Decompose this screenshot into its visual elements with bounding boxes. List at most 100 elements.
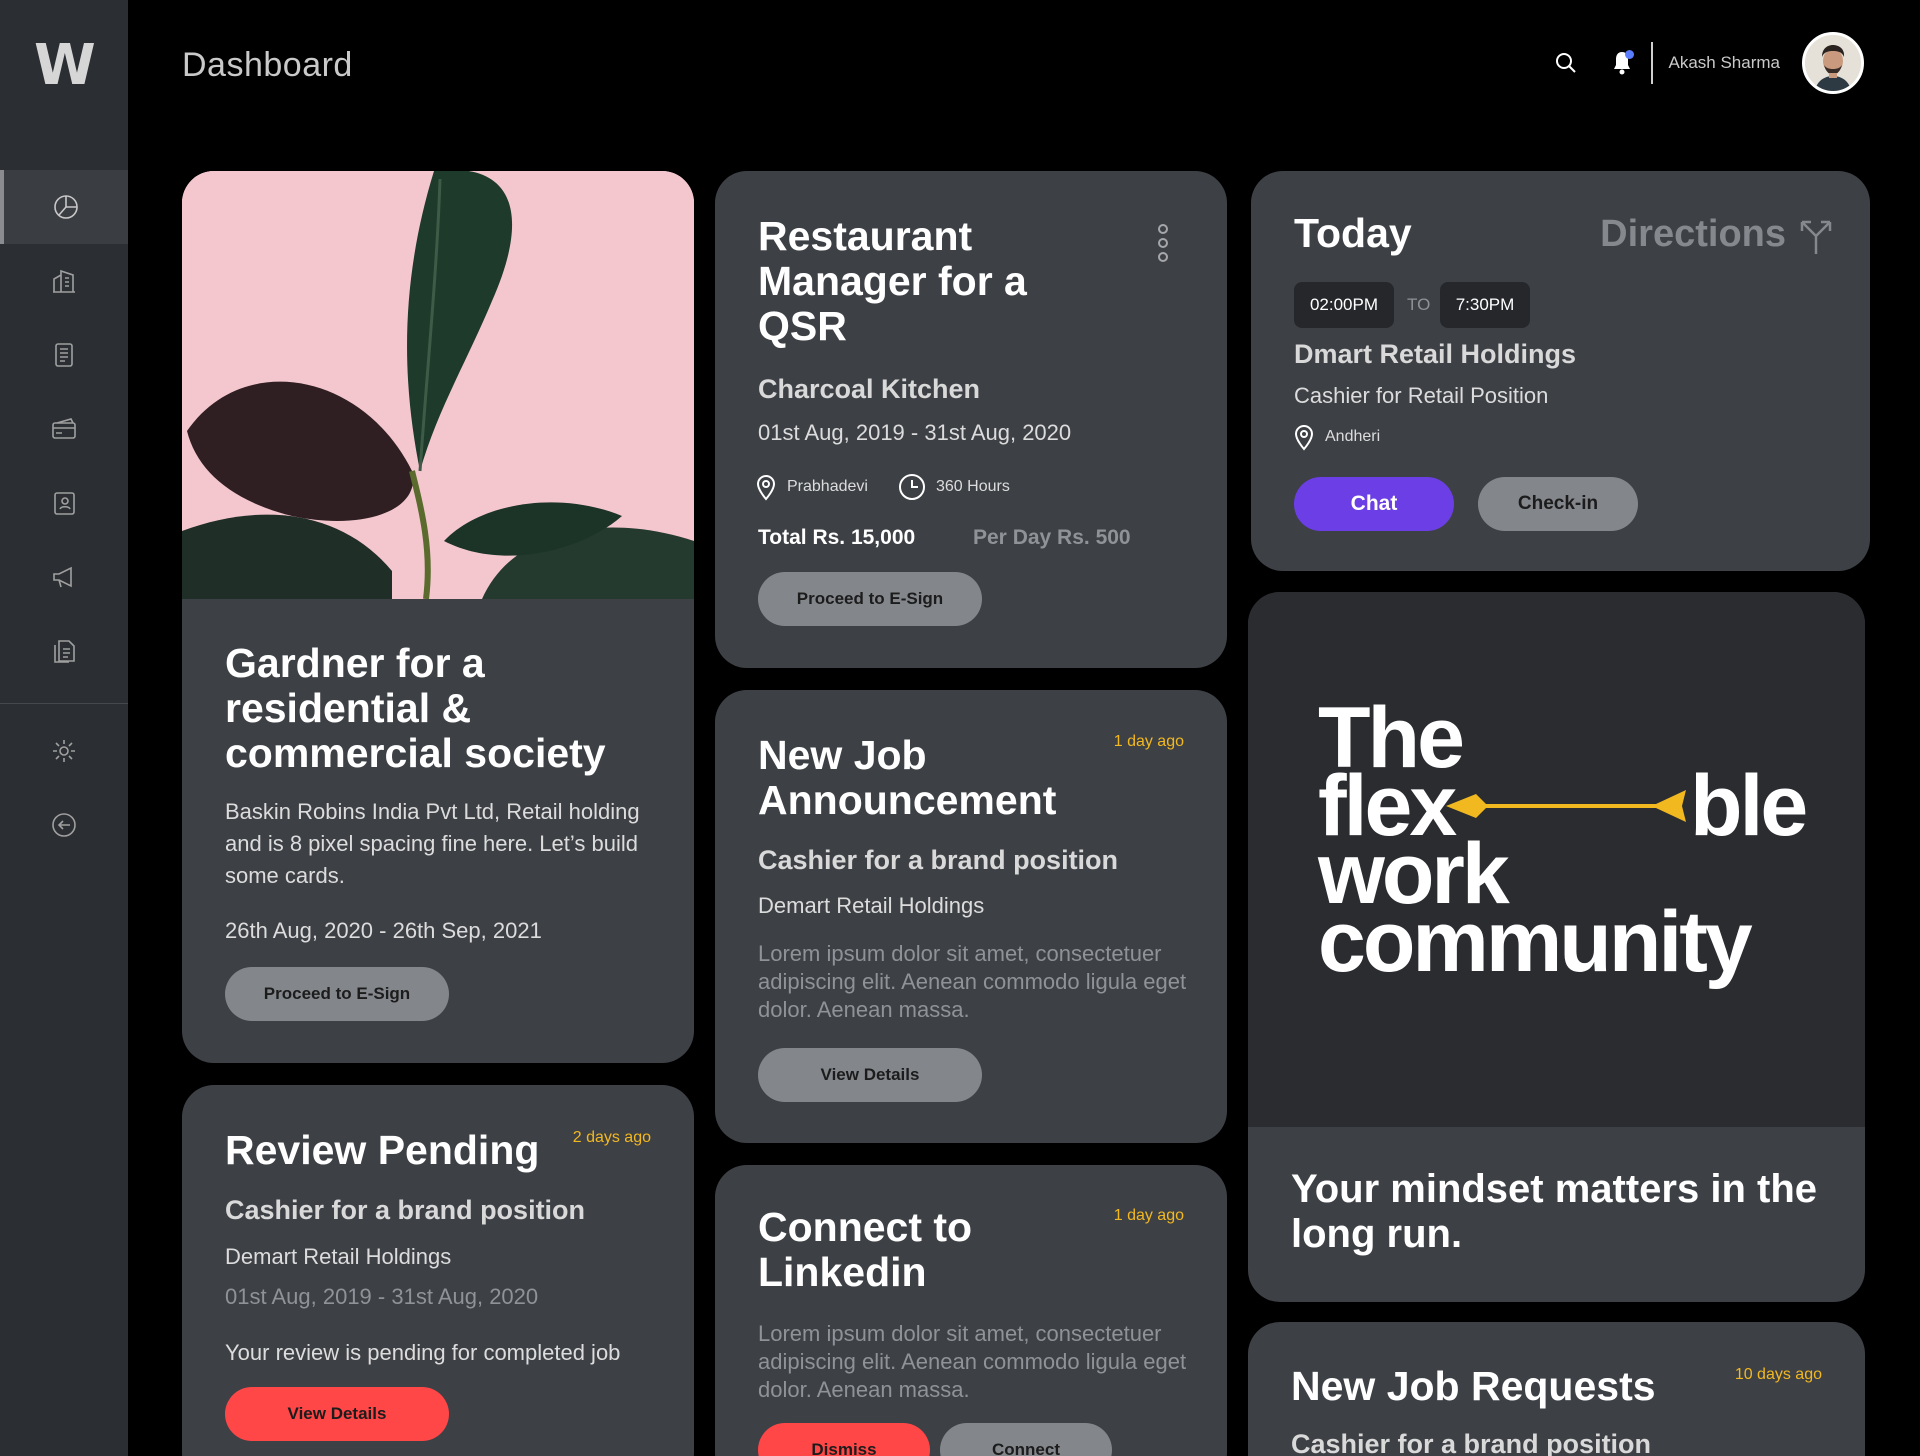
job-card-restaurant[interactable]: Restaurant Manager for a QSR Charcoal Ki… (715, 171, 1227, 668)
location-label: Andheri (1325, 428, 1381, 445)
connect-button[interactable]: Connect (940, 1423, 1112, 1456)
header-actions: Akash Sharma (1551, 30, 1864, 96)
announcement-card[interactable]: New Job Announcement 1 day ago Cashier f… (715, 690, 1227, 1143)
notifications-button[interactable] (1607, 48, 1637, 78)
stretch-arrow-graphic (1446, 790, 1686, 822)
plant-image (182, 171, 694, 599)
check-in-button[interactable]: Check-in (1478, 477, 1638, 531)
more-options-button[interactable] (1153, 223, 1173, 263)
job-requests-card[interactable]: New Job Requests 10 days ago Cashier for… (1248, 1322, 1865, 1456)
sidebar-item-settings[interactable] (0, 714, 128, 788)
card-title: Restaurant Manager for a QSR (758, 213, 1027, 349)
promo-line-4: community (1318, 894, 1753, 990)
promo-headline: The flex ble work community (1318, 695, 1808, 990)
card-location-row: Prabhadevi (755, 473, 868, 501)
card-title: Today (1294, 210, 1412, 256)
card-title: Review Pending (225, 1127, 540, 1173)
megaphone-icon (53, 566, 72, 588)
review-pending-card[interactable]: Review Pending 2 days ago Cashier for a … (182, 1085, 694, 1456)
sidebar-nav-bottom (0, 714, 128, 862)
sidebar-nav (0, 170, 128, 688)
card-company: Charcoal Kitchen (758, 374, 981, 404)
card-company: Demart Retail Holdings (758, 893, 985, 918)
promo-line-2: flex ble (1318, 763, 1808, 849)
chat-button[interactable]: Chat (1294, 477, 1454, 531)
sidebar-item-logout[interactable] (0, 788, 128, 862)
directions-label: Directions (1600, 213, 1786, 255)
avatar[interactable] (1802, 32, 1864, 94)
promo-line-2b: ble (1690, 758, 1808, 854)
card-company: Dmart Retail Holdings (1294, 339, 1577, 369)
card-position: Cashier for a brand position (1291, 1429, 1652, 1456)
time-ago: 2 days ago (572, 1129, 651, 1146)
proceed-esign-button[interactable]: Proceed to E-Sign (225, 967, 449, 1021)
document-icon (55, 343, 73, 367)
card-title: New Job Announcement (758, 732, 1057, 823)
promo-card: The flex ble work community Your mindset… (1248, 592, 1865, 1302)
total-pay: Total Rs. 15,000 (758, 526, 916, 549)
sidebar-item-documents[interactable] (0, 318, 128, 392)
end-time[interactable]: 7:30PM (1440, 282, 1530, 328)
job-card-gardener[interactable]: Gardner for a residential & commercial s… (182, 171, 694, 1063)
card-title: Connect to Linkedin (758, 1204, 973, 1295)
hours-label: 360 Hours (936, 478, 1010, 495)
card-description: Baskin Robins India Pvt Ltd, Retail hold… (225, 799, 640, 888)
card-position: Cashier for a brand position (758, 845, 1119, 875)
sidebar: W (0, 0, 128, 1456)
card-title: New Job Requests (1291, 1363, 1656, 1409)
sidebar-item-payments[interactable] (0, 392, 128, 466)
pie-chart-icon (54, 195, 78, 219)
card-body: Lorem ipsum dolor sit amet, consectetuer… (758, 1321, 1187, 1402)
sidebar-item-dashboard[interactable] (0, 170, 128, 244)
page-title: Dashboard (182, 46, 353, 84)
header-divider (1650, 42, 1653, 84)
app-logo[interactable]: W (34, 36, 96, 96)
sidebar-item-announcements[interactable] (0, 540, 128, 614)
sidebar-divider (0, 703, 128, 704)
location-icon (1294, 425, 1314, 451)
gear-icon (53, 740, 75, 762)
promo-line-2a: flex (1318, 758, 1457, 854)
time-separator: TO (1407, 295, 1431, 314)
card-icon (52, 418, 76, 439)
logout-icon (52, 813, 76, 837)
today-card[interactable]: Today Directions 02:00PM TO 7:30PM Dmart… (1251, 171, 1870, 571)
promo-tagline: Your mindset matters in the long run. (1291, 1167, 1818, 1256)
per-day-pay: Per Day Rs. 500 (973, 526, 1131, 549)
time-ago: 1 day ago (1113, 733, 1184, 750)
directions-link[interactable]: Directions (1600, 213, 1836, 256)
files-icon (54, 640, 75, 663)
notification-badge (1624, 50, 1634, 59)
card-note: Your review is pending for completed job (225, 1340, 621, 1365)
card-position: Cashier for Retail Position (1294, 383, 1549, 408)
user-name[interactable]: Akash Sharma (1669, 53, 1781, 73)
view-details-button[interactable]: View Details (758, 1048, 982, 1102)
id-card-icon (54, 492, 75, 515)
card-dates: 01st Aug, 2019 - 31st Aug, 2020 (225, 1284, 539, 1309)
start-time[interactable]: 02:00PM (1294, 282, 1394, 328)
card-body: Lorem ipsum dolor sit amet, consectetuer… (758, 941, 1187, 1022)
location-label: Prabhadevi (787, 478, 868, 495)
view-details-button[interactable]: View Details (225, 1387, 449, 1441)
card-dates: 01st Aug, 2019 - 31st Aug, 2020 (758, 420, 1072, 445)
card-company: Demart Retail Holdings (225, 1244, 452, 1269)
card-hours-row: 360 Hours (898, 473, 1010, 501)
building-icon (53, 269, 75, 293)
sidebar-item-buildings[interactable] (0, 244, 128, 318)
sidebar-item-profile[interactable] (0, 466, 128, 540)
location-icon (756, 475, 776, 501)
clock-icon (899, 474, 925, 500)
linkedin-card[interactable]: Connect to Linkedin 1 day ago Lorem ipsu… (715, 1165, 1227, 1456)
time-ago: 10 days ago (1734, 1366, 1822, 1383)
search-icon (1555, 53, 1576, 73)
avatar-image (1805, 35, 1861, 91)
card-location-row: Andheri (1293, 423, 1380, 451)
card-dates: 26th Aug, 2020 - 26th Sep, 2021 (225, 918, 542, 943)
more-vertical-icon (1158, 224, 1168, 262)
proceed-esign-button[interactable]: Proceed to E-Sign (758, 572, 982, 626)
card-title: Gardner for a residential & commercial s… (225, 640, 606, 776)
search-button[interactable] (1551, 48, 1581, 78)
sidebar-item-files[interactable] (0, 614, 128, 688)
directions-icon (1800, 220, 1832, 254)
dismiss-button[interactable]: Dismiss (758, 1423, 930, 1456)
